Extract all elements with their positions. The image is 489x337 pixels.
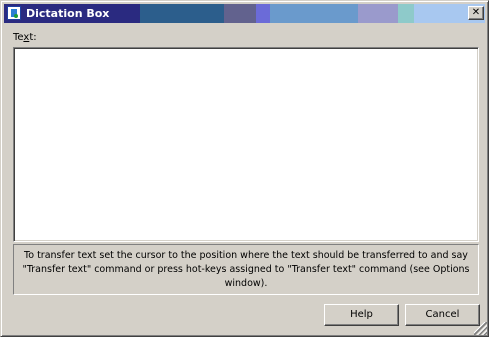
title-bar-band xyxy=(140,4,224,23)
transfer-instructions: To transfer text set the cursor to the p… xyxy=(13,244,479,295)
dictation-box-window: Dictation Box ✕ Text: To transfer text s… xyxy=(0,0,489,337)
dictation-app-icon[interactable] xyxy=(7,6,21,20)
title-bar[interactable]: Dictation Box ✕ xyxy=(4,4,485,23)
title-bar-band xyxy=(358,4,398,23)
help-button[interactable]: Help xyxy=(324,304,399,326)
label-prefix: Te xyxy=(13,32,24,43)
label-suffix: t: xyxy=(29,32,37,43)
title-bar-band xyxy=(256,4,270,23)
cancel-button[interactable]: Cancel xyxy=(405,304,480,326)
title-bar-band xyxy=(270,4,358,23)
resize-grip[interactable] xyxy=(474,322,487,335)
window-title: Dictation Box xyxy=(26,7,110,20)
title-bar-band xyxy=(398,4,414,23)
text-field-label: Text: xyxy=(13,31,37,45)
dictation-text-area[interactable] xyxy=(13,47,479,242)
close-button[interactable]: ✕ xyxy=(468,6,484,20)
close-icon: ✕ xyxy=(471,7,481,18)
title-bar-band xyxy=(224,4,256,23)
